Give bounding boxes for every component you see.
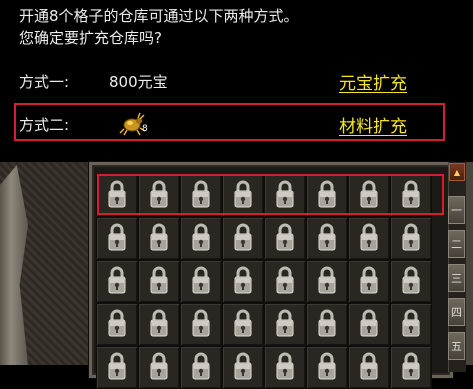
- side-tab[interactable]: 二: [448, 230, 465, 258]
- side-tab[interactable]: 五: [448, 332, 465, 360]
- warehouse-cell[interactable]: [348, 217, 390, 260]
- warehouse-cell[interactable]: [180, 346, 222, 389]
- padlock-icon: [107, 265, 127, 299]
- scroll-up-arrow-icon[interactable]: ▲: [449, 163, 465, 181]
- warehouse-cell[interactable]: [138, 346, 180, 389]
- warehouse-cell[interactable]: [96, 260, 138, 303]
- warehouse-cell[interactable]: [306, 303, 348, 346]
- padlock-icon: [359, 351, 379, 385]
- warehouse-cell[interactable]: [390, 303, 432, 346]
- padlock-icon: [107, 222, 127, 256]
- warehouse-cell[interactable]: [180, 260, 222, 303]
- padlock-icon: [233, 265, 253, 299]
- warehouse-cell[interactable]: [222, 303, 264, 346]
- side-tab-strip: [466, 162, 473, 365]
- warehouse-cell[interactable]: [264, 260, 306, 303]
- padlock-icon: [275, 308, 295, 342]
- warehouse-cell[interactable]: [138, 303, 180, 346]
- warehouse-cell[interactable]: [390, 260, 432, 303]
- material-expand-link[interactable]: 材料扩充: [339, 112, 407, 137]
- padlock-icon: [149, 265, 169, 299]
- method2-label: 方式二:: [19, 116, 70, 134]
- method1-cost: 800元宝: [109, 73, 168, 91]
- padlock-icon: [401, 308, 421, 342]
- padlock-icon: [191, 351, 211, 385]
- padlock-icon: [107, 351, 127, 385]
- padlock-icon: [191, 222, 211, 256]
- padlock-icon: [401, 265, 421, 299]
- warehouse-cell[interactable]: [222, 260, 264, 303]
- warehouse-cell[interactable]: [180, 217, 222, 260]
- padlock-icon: [275, 265, 295, 299]
- warehouse-cell[interactable]: [390, 346, 432, 389]
- padlock-icon: [149, 222, 169, 256]
- warehouse-cell[interactable]: [222, 217, 264, 260]
- padlock-icon: [317, 308, 337, 342]
- padlock-icon: [359, 265, 379, 299]
- padlock-icon: [233, 308, 253, 342]
- padlock-icon: [359, 308, 379, 342]
- padlock-icon: [191, 265, 211, 299]
- item-count-badge: 8: [142, 124, 148, 134]
- warehouse-cell[interactable]: [348, 346, 390, 389]
- warehouse-cell[interactable]: [348, 303, 390, 346]
- warehouse-cell[interactable]: [306, 260, 348, 303]
- side-tab[interactable]: 三: [448, 264, 465, 292]
- padlock-icon: [233, 351, 253, 385]
- warehouse-cell[interactable]: [96, 303, 138, 346]
- dialog-panel: 开通8个格子的仓库可通过以下两种方式。 您确定要扩充仓库吗? 方式一: 800元…: [0, 0, 473, 162]
- padlock-icon: [317, 222, 337, 256]
- warehouse-cell[interactable]: [264, 303, 306, 346]
- padlock-icon: [401, 222, 421, 256]
- padlock-icon: [149, 351, 169, 385]
- padlock-icon: [233, 222, 253, 256]
- warehouse-cell[interactable]: [96, 346, 138, 389]
- first-row-highlight-box: [97, 174, 444, 215]
- warehouse-cell[interactable]: [138, 217, 180, 260]
- padlock-icon: [401, 351, 421, 385]
- padlock-icon: [191, 308, 211, 342]
- warehouse-cell[interactable]: [306, 346, 348, 389]
- warehouse-cell[interactable]: [180, 303, 222, 346]
- warehouse-cell[interactable]: [222, 346, 264, 389]
- warehouse-cell[interactable]: [264, 217, 306, 260]
- padlock-icon: [317, 351, 337, 385]
- side-tab[interactable]: 四: [448, 298, 465, 326]
- warehouse-cell[interactable]: [390, 217, 432, 260]
- padlock-icon: [275, 351, 295, 385]
- warehouse-cell[interactable]: [138, 260, 180, 303]
- dialog-message-line1: 开通8个格子的仓库可通过以下两种方式。: [19, 7, 299, 25]
- dialog-message-line2: 您确定要扩充仓库吗?: [19, 29, 162, 47]
- method1-label: 方式一:: [19, 73, 70, 91]
- ingot-expand-link[interactable]: 元宝扩充: [339, 69, 407, 94]
- warehouse-cell[interactable]: [306, 217, 348, 260]
- side-tab[interactable]: 一: [448, 196, 465, 224]
- warehouse-cell[interactable]: [96, 217, 138, 260]
- padlock-icon: [317, 265, 337, 299]
- padlock-icon: [107, 308, 127, 342]
- warehouse-cell[interactable]: [348, 260, 390, 303]
- padlock-icon: [149, 308, 169, 342]
- padlock-icon: [275, 222, 295, 256]
- warehouse-cell[interactable]: [264, 346, 306, 389]
- padlock-icon: [359, 222, 379, 256]
